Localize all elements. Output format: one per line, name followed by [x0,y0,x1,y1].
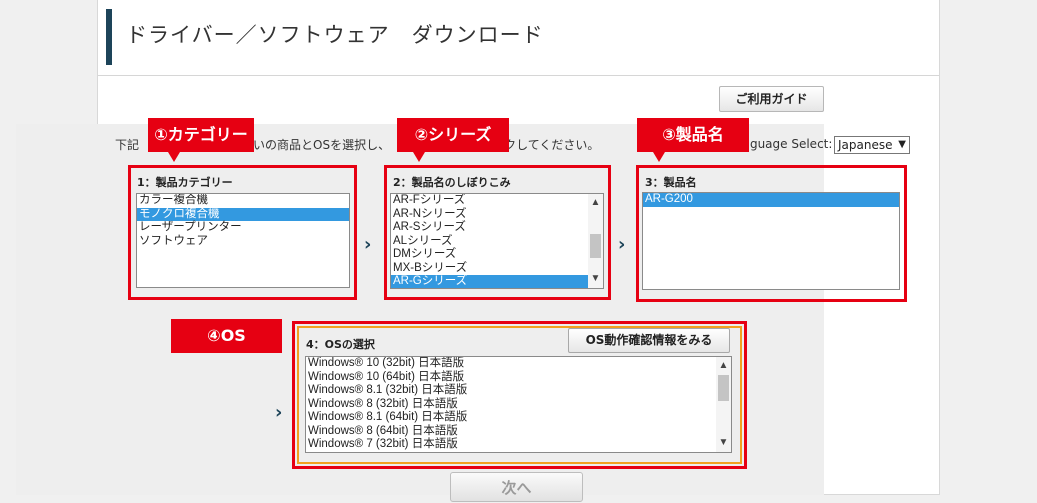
series-listbox[interactable]: AR-Fシリーズ AR-Nシリーズ AR-Sシリーズ ALシリーズ DMシリーズ MX-B… [390,193,604,289]
usage-guide-button[interactable]: ご利用ガイド [719,86,824,112]
callout-tail [168,152,180,162]
list-option[interactable]: AR-Sシリーズ [391,221,588,235]
chevron-right-icon: › [275,402,283,423]
list-option[interactable]: AR-G200 [643,193,899,207]
list-option[interactable]: MX-Bシリーズ [391,262,588,276]
chevron-right-icon: › [364,234,372,255]
list-option[interactable]: AR-Gシリーズ [391,275,588,288]
scroll-down-arrow-icon[interactable]: ▼ [716,436,731,450]
list-option[interactable]: Windows® 8 (32bit) 日本語版 [306,398,716,412]
scroll-down-arrow-icon[interactable]: ▼ [588,272,603,286]
callout-category: ①カテゴリー [148,118,254,162]
list-option[interactable]: ソフトウェア [137,235,349,249]
instruction-part-1: 下記 [115,138,140,152]
page-title: ドライバー／ソフトウェア ダウンロード [126,23,544,47]
list-option[interactable]: DMシリーズ [391,248,588,262]
list-option[interactable]: Windows® 10 (64bit) 日本語版 [306,371,716,385]
list-option[interactable]: AR-Nシリーズ [391,208,588,222]
listbox-options: AR-Fシリーズ AR-Nシリーズ AR-Sシリーズ ALシリーズ DMシリーズ MX-B… [391,194,588,288]
chevron-right-icon: › [618,234,626,255]
os-compatibility-button[interactable]: OS動作確認情報をみる [568,328,730,353]
series-scrollbar[interactable]: ▲ ▼ [588,194,603,288]
list-option[interactable]: AR-Fシリーズ [391,194,588,208]
callout-product-label: ③製品名 [662,125,724,144]
callout-product: ③製品名 [637,118,749,162]
listbox-options: Windows® 10 (32bit) 日本語版 Windows® 10 (64b… [306,357,716,452]
scrollbar-thumb[interactable] [590,234,601,258]
step-product-title: 3：製品名 [645,176,697,189]
list-option[interactable]: カラー複合機 [137,194,349,208]
list-option[interactable]: Windows® 8.1 (32bit) 日本語版 [306,384,716,398]
category-listbox[interactable]: カラー複合機 モノクロ複合機 レーザープリンター ソフトウェア [136,193,350,288]
scrollbar-thumb[interactable] [718,375,729,401]
list-option[interactable]: Windows® 8 (64bit) 日本語版 [306,425,716,439]
callout-series: ②シリーズ [397,118,509,162]
os-scrollbar[interactable]: ▲ ▼ [716,357,731,452]
instruction-part-2: いの商品とOSを選択し、 [253,138,391,152]
listbox-options: AR-G200 [643,193,899,207]
header-accent-bar [106,9,112,65]
callout-os: ④OS [171,319,282,353]
list-option[interactable]: レーザープリンター [137,221,349,235]
step-series-title: 2：製品名のしぼりこみ [393,176,511,189]
scroll-up-arrow-icon[interactable]: ▲ [716,359,731,373]
scroll-up-arrow-icon[interactable]: ▲ [588,196,603,210]
chevron-down-icon: ▼ [898,139,906,150]
callout-tail [653,152,665,162]
list-option[interactable]: Windows® 7 (32bit) 日本語版 [306,438,716,452]
product-listbox[interactable]: AR-G200 [642,192,900,290]
list-option[interactable]: Windows® 10 (32bit) 日本語版 [306,357,716,371]
next-button[interactable]: 次へ [450,472,583,502]
step-os-title: 4：OSの選択 [306,338,375,351]
callout-tail [413,152,425,162]
callout-os-label: ④OS [207,326,246,345]
list-option[interactable]: ALシリーズ [391,235,588,249]
language-select-label: anguage Select: [735,137,833,151]
callout-series-label: ②シリーズ [414,125,492,144]
step-category-title: 1：製品カテゴリー [137,176,233,189]
list-option[interactable]: Windows® 8.1 (64bit) 日本語版 [306,411,716,425]
list-option[interactable]: モノクロ複合機 [137,207,349,221]
language-select[interactable]: Japanese ▼ [834,136,910,154]
language-selected-value: Japanese [838,138,893,152]
os-listbox[interactable]: Windows® 10 (32bit) 日本語版 Windows® 10 (64b… [305,356,732,453]
callout-category-label: ①カテゴリー [154,125,248,144]
page-header: ドライバー／ソフトウェア ダウンロード [98,0,939,76]
listbox-options: カラー複合機 モノクロ複合機 レーザープリンター ソフトウェア [137,194,349,248]
